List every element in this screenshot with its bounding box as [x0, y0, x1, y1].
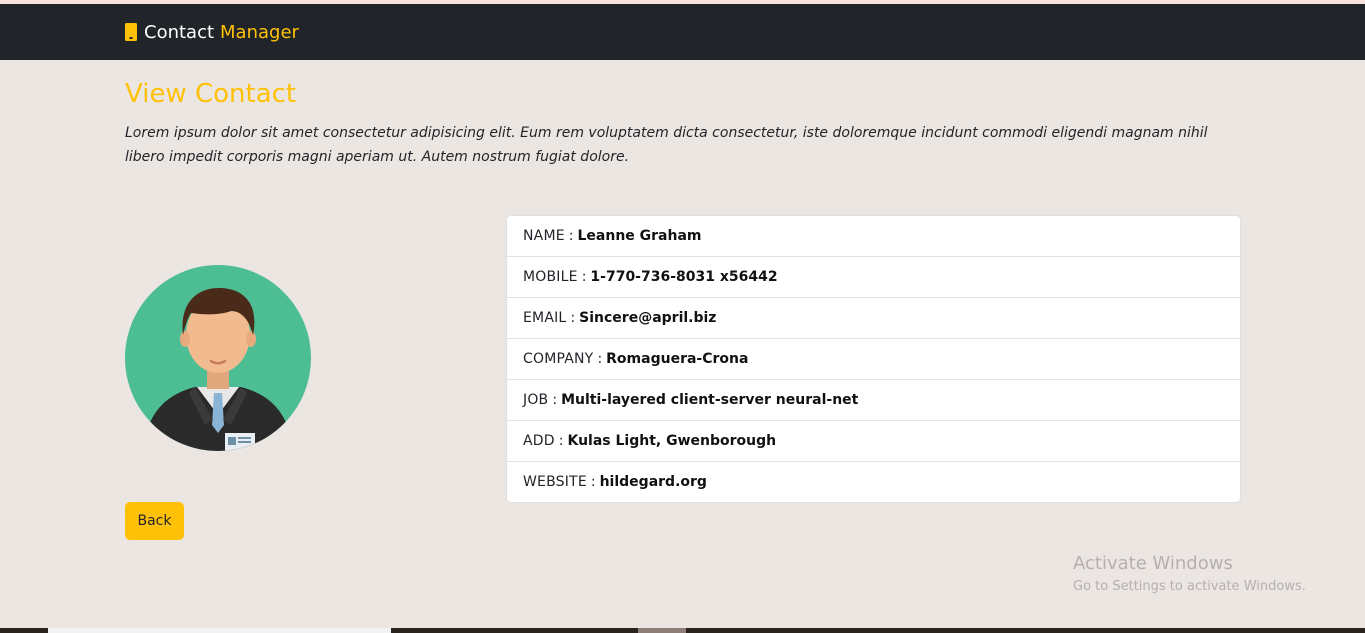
detail-value: Sincere@april.biz [579, 310, 717, 326]
taskbar-search-area[interactable] [48, 628, 391, 633]
detail-value: Multi-layered client-server neural-net [561, 392, 859, 408]
page-title: View Contact [125, 79, 297, 109]
detail-label: NAME [523, 228, 565, 244]
detail-row-address: ADD: Kulas Light, Gwenborough [507, 421, 1240, 462]
detail-value: Leanne Graham [577, 228, 702, 244]
detail-label: MOBILE [523, 269, 578, 285]
taskbar-item[interactable] [638, 628, 686, 633]
page-header: View Contact Lorem ipsum dolor sit amet … [125, 60, 1241, 169]
detail-value: 1-770-736-8031 x56442 [590, 269, 778, 285]
detail-row-email: EMAIL: Sincere@april.biz [507, 298, 1240, 339]
taskbar-edge [0, 628, 1365, 633]
detail-label: ADD [523, 433, 555, 449]
detail-value: Romaguera-Crona [606, 351, 749, 367]
activate-windows-watermark: Activate Windows Go to Settings to activ… [1073, 552, 1306, 596]
detail-label: JOB [523, 392, 549, 408]
back-button[interactable]: Back [125, 502, 184, 540]
detail-row-website: WEBSITE: hildegard.org [523, 474, 707, 490]
watermark-title: Activate Windows [1073, 553, 1233, 574]
navbar: Contact Manager [0, 4, 1365, 60]
detail-label: COMPANY [523, 351, 594, 367]
detail-row-company: COMPANY: Romaguera-Crona [507, 339, 1240, 380]
detail-row-job: JOB: Multi-layered client-server neural-… [507, 380, 1240, 421]
detail-row-mobile: MOBILE: 1-770-736-8031 x56442 [507, 257, 1240, 298]
detail-value: hildegard.org [599, 474, 707, 490]
page-description: Lorem ipsum dolor sit amet consectetur a… [125, 125, 1208, 165]
brand-link[interactable]: Contact Manager [125, 22, 299, 43]
person-avatar-icon [125, 265, 311, 451]
watermark-subtitle: Go to Settings to activate Windows. [1073, 579, 1306, 594]
detail-label: EMAIL [523, 310, 567, 326]
detail-value: Kulas Light, Gwenborough [567, 433, 777, 449]
contact-details-list: NAME: Leanne Graham MOBILE: 1-770-736-80… [506, 215, 1241, 503]
brand-primary-text: Contact [144, 21, 215, 43]
phone-icon [125, 23, 137, 41]
brand-accent-text: Manager [220, 21, 299, 43]
detail-label: WEBSITE [523, 474, 587, 490]
detail-row-name: NAME: Leanne Graham [507, 216, 1240, 257]
